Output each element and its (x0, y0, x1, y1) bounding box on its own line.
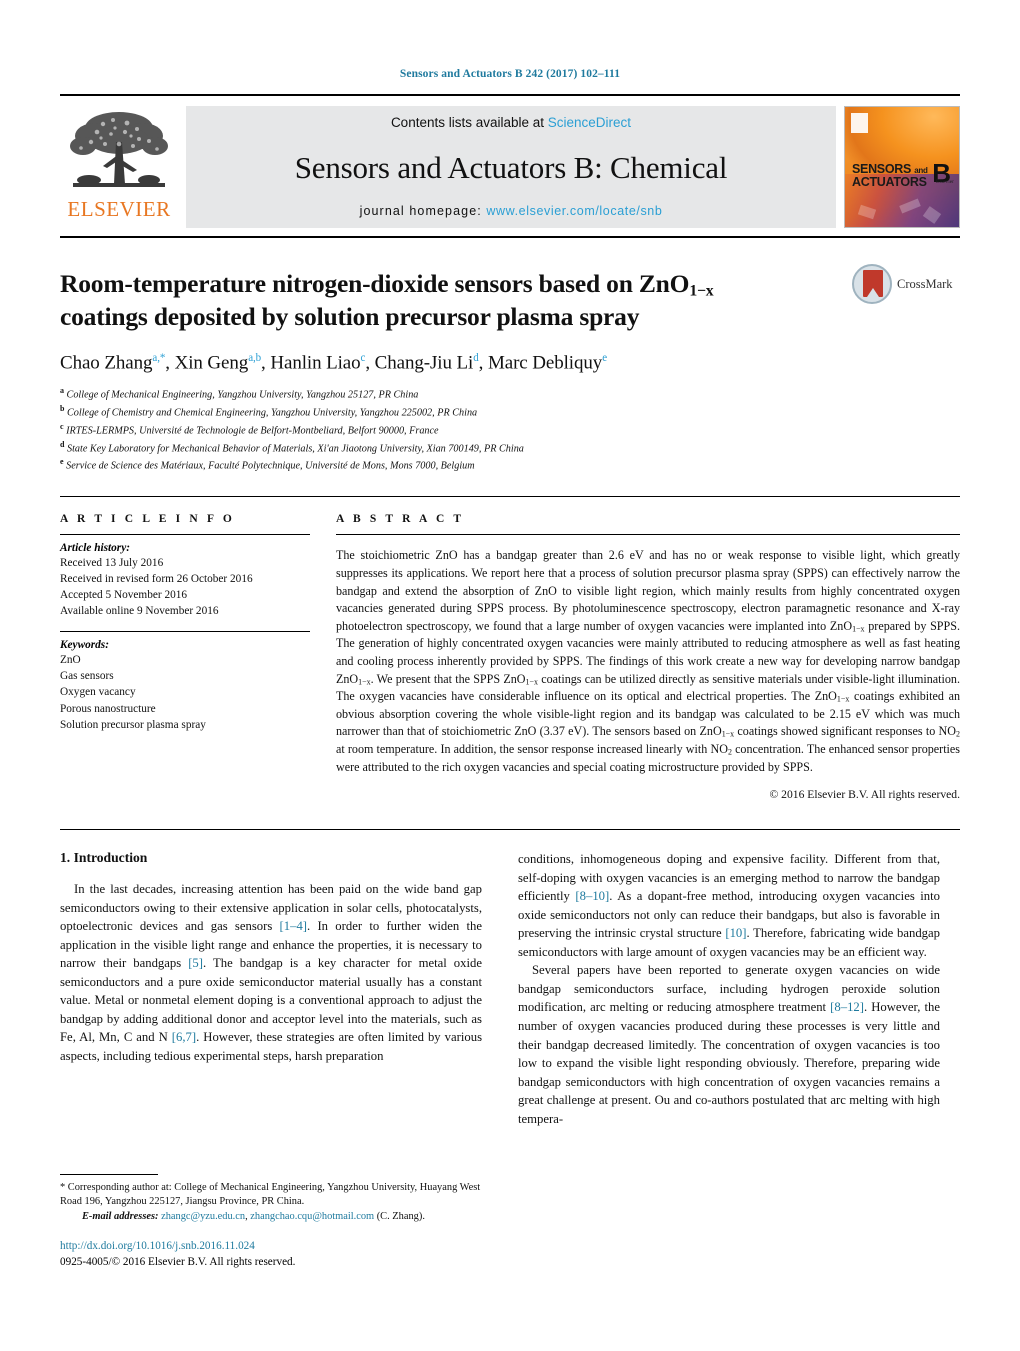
body-column-right: conditions, inhomogeneous doping and exp… (518, 850, 940, 1270)
keyword-item: Porous nanostructure (60, 702, 156, 715)
paragraph: Several papers have been reported to gen… (518, 963, 940, 1126)
homepage-prefix: journal homepage: (359, 204, 487, 218)
elsevier-logo: ELSEVIER (60, 106, 178, 228)
divider (60, 534, 310, 536)
author-affiliation-mark: d (473, 351, 479, 364)
affiliation-item: c IRTES-LERMPS, Université de Technologi… (60, 421, 960, 439)
paper-page: Sensors and Actuators B 242 (2017) 102–1… (0, 0, 1020, 1351)
keyword-item: ZnO (60, 654, 81, 667)
article-info-heading: A R T I C L E I N F O (60, 513, 235, 526)
doi-link[interactable]: http://dx.doi.org/10.1016/j.snb.2016.11.… (60, 1239, 482, 1255)
article-history-item: Accepted 5 November 2016 (60, 589, 188, 602)
cover-title-text: SENSORS and ACTUATORS (852, 163, 928, 189)
crossmark-label: CrossMark (897, 276, 953, 291)
journal-title: Sensors and Actuators B: Chemical (294, 149, 728, 185)
page-title: Room-temperature nitrogen-dioxide sensor… (60, 268, 750, 334)
crossmark-badge[interactable]: CrossMark (852, 262, 960, 306)
author-name: Chao Zhang (60, 351, 153, 373)
cover-line2: ACTUATORS (852, 175, 927, 190)
article-history-list: Received 13 July 2016 Received in revised… (60, 555, 310, 619)
citation-link[interactable]: [5] (188, 956, 203, 970)
title-subscript: 1−x (689, 282, 714, 300)
affiliation-item: b College of Chemistry and Chemical Engi… (60, 403, 960, 421)
info-abstract-section: A R T I C L E I N F O Article history: R… (60, 496, 960, 801)
cover-and: and (914, 166, 928, 176)
article-history-item: Received 13 July 2016 (60, 557, 164, 570)
citation-link[interactable]: [10] (725, 926, 746, 940)
title-line-2: coatings deposited by solution precursor… (60, 302, 640, 332)
contents-prefix: Contents lists available at (390, 115, 548, 130)
affiliation-item: d State Key Laboratory for Mechanical Be… (60, 439, 960, 457)
affiliation-item: e Service de Science des Matériaux, Facu… (60, 456, 960, 474)
body-section: 1. Introduction In the last decades, inc… (60, 829, 960, 1270)
author-name: Xin Geng (174, 351, 249, 373)
author-affiliation-mark: a,* (152, 351, 166, 364)
keyword-item: Gas sensors (60, 670, 114, 683)
affiliation-text: College of Mechanical Engineering, Yangz… (64, 389, 419, 401)
footnote-text: Corresponding author at: College of Mech… (60, 1181, 481, 1208)
issn-copyright-line: 0925-4005/© 2016 Elsevier B.V. All right… (60, 1255, 296, 1268)
cover-publisher-text: Elsevier (935, 179, 954, 185)
abstract-text: The stoichiometric ZnO has a bandgap gre… (336, 548, 961, 774)
crossmark-icon (852, 264, 892, 304)
email-link-1[interactable]: zhangc@yzu.edu.cn (161, 1211, 245, 1222)
abstract-column: A B S T R A C T The stoichiometric ZnO h… (336, 513, 960, 801)
cover-elsevier-mark-icon (851, 113, 868, 133)
elsevier-wordmark: ELSEVIER (67, 197, 171, 221)
citation-link[interactable]: [8–12] (830, 1000, 864, 1014)
paragraph: In the last decades, increasing attentio… (60, 882, 483, 1063)
author-list: Chao Zhanga,*, Xin Genga,b, Hanlin Liaoc… (60, 351, 607, 373)
journal-homepage-link[interactable]: www.elsevier.com/locate/snb (486, 204, 662, 218)
doi-block: http://dx.doi.org/10.1016/j.snb.2016.11.… (60, 1239, 482, 1270)
title-block: Room-temperature nitrogen-dioxide sensor… (60, 264, 960, 474)
article-history-label: Article history: (60, 542, 130, 555)
title-line-1: Room-temperature nitrogen-dioxide sensor… (60, 269, 690, 298)
masthead-center: Contents lists available at ScienceDirec… (186, 106, 836, 228)
citation-link[interactable]: [8–10] (575, 889, 609, 903)
footnote-divider (60, 1173, 158, 1175)
corresponding-author-note: * Corresponding author at: College of Me… (60, 1181, 481, 1223)
footnote-block: * Corresponding author at: College of Me… (60, 1173, 482, 1271)
affiliation-text: Service de Science des Matériaux, Facult… (63, 460, 475, 472)
section-heading-introduction: 1. Introduction (60, 850, 148, 866)
affiliation-list: a College of Mechanical Engineering, Yan… (60, 385, 960, 474)
body-column-left: 1. Introduction In the last decades, inc… (60, 850, 482, 1270)
sciencedirect-link[interactable]: ScienceDirect (548, 115, 631, 130)
author-affiliation-mark: e (602, 351, 607, 364)
journal-homepage-line: journal homepage: www.elsevier.com/locat… (360, 204, 663, 218)
keywords-label: Keywords: (60, 639, 109, 652)
abstract-heading: A B S T R A C T (336, 513, 465, 526)
author-affiliation-mark: a,b (248, 351, 262, 364)
keywords-list: ZnO Gas sensors Oxygen vacancy Porous nanos… (60, 652, 310, 732)
affiliation-text: IRTES-LERMPS, Université de Technologie … (63, 425, 439, 437)
divider (336, 534, 960, 536)
citation-link[interactable]: [6,7] (172, 1030, 196, 1044)
article-history-item: Available online 9 November 2016 (60, 605, 219, 618)
affiliation-text: State Key Laboratory for Mechanical Beha… (64, 442, 524, 454)
paragraph: conditions, inhomogeneous doping and exp… (518, 852, 940, 959)
author-affiliation-mark: c (360, 351, 366, 364)
author-name: Hanlin Liao (270, 351, 361, 373)
citation-link[interactable]: [1–4] (280, 919, 307, 933)
email-link-2[interactable]: zhangchao.cqu@hotmail.com (250, 1211, 374, 1222)
keyword-item: Oxygen vacancy (60, 686, 136, 699)
running-head: Sensors and Actuators B 242 (2017) 102–1… (399, 68, 621, 80)
article-history-item: Received in revised form 26 October 2016 (60, 573, 253, 586)
divider (60, 631, 310, 633)
email-label: E-mail addresses: (82, 1211, 159, 1223)
article-info-column: A R T I C L E I N F O Article history: R… (60, 513, 310, 801)
affiliation-text: College of Chemistry and Chemical Engine… (64, 407, 478, 419)
author-name: Marc Debliquy (487, 351, 603, 373)
author-name: Chang-Jiu Li (374, 351, 474, 373)
affiliation-item: a College of Mechanical Engineering, Yan… (60, 385, 960, 403)
email-suffix: (C. Zhang). (374, 1211, 425, 1223)
keyword-item: Solution precursor plasma spray (60, 718, 206, 731)
journal-cover-thumbnail: SENSORS and ACTUATORS B Elsevier (844, 106, 960, 228)
journal-masthead: ELSEVIER Contents lists available at Sci… (60, 94, 960, 238)
abstract-copyright: © 2016 Elsevier B.V. All rights reserved… (769, 788, 960, 802)
contents-line: Contents lists available at ScienceDirec… (391, 115, 631, 130)
elsevier-tree-icon (70, 112, 168, 187)
